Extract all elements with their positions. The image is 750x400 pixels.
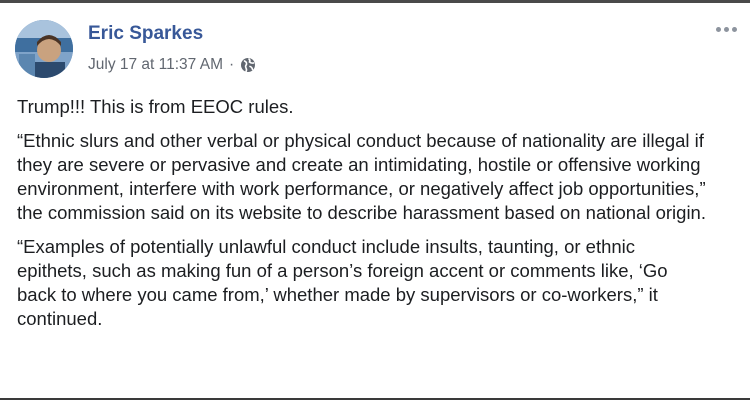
post-paragraph: “Ethnic slurs and other verbal or physic… xyxy=(17,130,706,223)
avatar-photo xyxy=(15,20,73,78)
meta-separator: · xyxy=(229,56,235,73)
facebook-post: Eric Sparkes July 17 at 11:37 AM · Trump… xyxy=(0,0,750,400)
globe-icon[interactable] xyxy=(240,57,256,73)
more-options-icon[interactable] xyxy=(714,23,738,35)
avatar[interactable] xyxy=(15,20,73,78)
post-paragraph: Trump!!! This is from EEOC rules. xyxy=(17,96,294,117)
post-paragraph: “Examples of potentially unlawful conduc… xyxy=(17,236,668,329)
author-name[interactable]: Eric Sparkes xyxy=(88,22,203,46)
post-meta: July 17 at 11:37 AM · xyxy=(88,55,256,75)
post-timestamp[interactable]: July 17 at 11:37 AM xyxy=(88,55,223,75)
post-body: Trump!!! This is from EEOC rules. “Ethni… xyxy=(17,95,707,341)
